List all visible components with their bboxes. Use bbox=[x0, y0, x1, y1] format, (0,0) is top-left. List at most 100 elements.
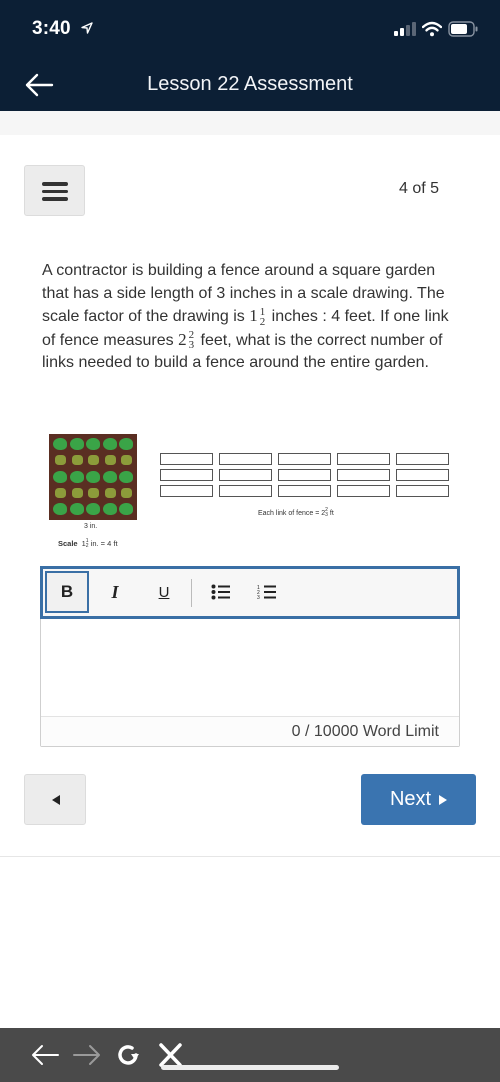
question-text: A contractor is building a fence around … bbox=[42, 260, 462, 375]
fence-link bbox=[396, 469, 449, 481]
fence-link bbox=[396, 453, 449, 465]
word-count-bar: 0 / 10000 Word Limit bbox=[41, 716, 459, 746]
hamburger-menu-icon bbox=[42, 182, 68, 186]
fraction-denominator: 2 bbox=[85, 543, 89, 550]
bulleted-list-button[interactable] bbox=[199, 571, 243, 613]
garden-plant-leafy bbox=[102, 503, 117, 516]
garden-plant-leafy bbox=[119, 470, 133, 483]
next-button[interactable]: Next bbox=[361, 774, 476, 825]
garden-plant-sprout bbox=[104, 455, 116, 466]
fence-link bbox=[160, 485, 213, 497]
forward-arrow-icon[interactable] bbox=[72, 1042, 102, 1068]
nav-bar: Lesson 22 Assessment bbox=[0, 60, 500, 111]
fraction-denominator: 3 bbox=[325, 512, 328, 518]
next-label: Next bbox=[389, 788, 432, 810]
garden-plant-leafy bbox=[86, 470, 100, 483]
triangle-left-icon bbox=[52, 795, 60, 805]
garden-plant-leafy bbox=[69, 470, 84, 483]
garden-plant-sprout bbox=[71, 455, 83, 466]
word-count: 0 / 10000 Word Limit bbox=[291, 723, 439, 740]
wifi-icon bbox=[422, 21, 442, 37]
garden-plant-leafy bbox=[102, 438, 117, 450]
garden-plant-sprout bbox=[55, 487, 66, 498]
fence-link bbox=[396, 485, 449, 497]
assessment-card: 4 of 5 A contractor is building a fence … bbox=[0, 135, 500, 856]
underline-label: U bbox=[158, 583, 170, 601]
garden-plant-leafy bbox=[53, 503, 67, 516]
answer-editor: B I U 1 2 3 0 / 10000 Word Limit bbox=[40, 566, 460, 747]
italic-button[interactable]: I bbox=[93, 571, 137, 613]
hamburger-menu-icon-line bbox=[42, 197, 68, 201]
bulleted-list-icon bbox=[211, 584, 230, 600]
fence-link bbox=[337, 469, 390, 481]
fence-link bbox=[219, 469, 272, 481]
status-bar: 3:40 bbox=[0, 0, 500, 60]
editor-toolbar: B I U 1 2 3 bbox=[40, 566, 460, 619]
numbered-list-button[interactable]: 1 2 3 bbox=[245, 571, 289, 613]
garden-plant-sprout bbox=[88, 455, 99, 466]
garden-plant-leafy bbox=[53, 470, 67, 483]
fence-link bbox=[160, 469, 213, 481]
cellular-signal-icon bbox=[394, 22, 416, 36]
italic-label: I bbox=[111, 581, 119, 602]
answer-text-area[interactable] bbox=[41, 619, 459, 716]
scale-whole: 1 bbox=[249, 306, 258, 325]
fence-label-prefix: Each link of fence = 2 bbox=[258, 509, 326, 517]
back-arrow-icon[interactable] bbox=[30, 1042, 60, 1068]
fence-link bbox=[219, 485, 272, 497]
scale-rest: in. = 4 ft bbox=[90, 539, 118, 548]
garden-plant-leafy bbox=[102, 470, 117, 483]
fence-link-label: Each link of fence = 223 ft bbox=[258, 508, 334, 518]
scale-fraction: 12 bbox=[86, 539, 89, 549]
svg-text:3: 3 bbox=[257, 595, 260, 600]
garden-plant-sprout bbox=[55, 455, 66, 466]
page-background bbox=[0, 856, 500, 1026]
underline-button[interactable]: U bbox=[142, 571, 186, 613]
toolbar-divider bbox=[191, 579, 192, 607]
garden-plant-sprout bbox=[121, 487, 132, 498]
battery-icon bbox=[448, 21, 478, 37]
location-arrow-icon bbox=[81, 22, 93, 34]
link-fraction: 23 bbox=[188, 330, 195, 352]
bold-button[interactable]: B bbox=[45, 571, 89, 613]
fence-label-suffix: ft bbox=[329, 509, 334, 517]
fence-fraction: 23 bbox=[325, 508, 328, 518]
fraction-denominator: 3 bbox=[188, 339, 195, 352]
header-spacer bbox=[0, 111, 500, 135]
page-load-progress-bar bbox=[161, 1065, 339, 1070]
status-time: 3:40 bbox=[32, 18, 71, 39]
fence-link bbox=[337, 453, 390, 465]
triangle-right-icon bbox=[439, 794, 448, 805]
previous-button[interactable] bbox=[24, 774, 86, 825]
bold-label: B bbox=[60, 582, 74, 601]
garden-plant-leafy bbox=[69, 438, 84, 450]
reload-icon[interactable] bbox=[114, 1042, 144, 1068]
garden-image bbox=[49, 434, 137, 520]
fence-links-image bbox=[160, 453, 455, 501]
fence-link bbox=[278, 453, 331, 465]
fence-link bbox=[160, 453, 213, 465]
fraction-denominator: 2 bbox=[259, 315, 266, 328]
garden-plant-sprout bbox=[88, 487, 99, 498]
scale-fraction: 12 bbox=[259, 306, 266, 328]
link-whole: 2 bbox=[178, 329, 187, 349]
numbered-list-icon: 1 2 3 bbox=[257, 585, 276, 600]
fence-link bbox=[219, 453, 272, 465]
garden-plant-leafy bbox=[69, 503, 84, 516]
fence-link bbox=[278, 485, 331, 497]
question-progress: 4 of 5 bbox=[398, 180, 439, 197]
browser-toolbar bbox=[0, 1028, 500, 1082]
fence-link bbox=[278, 469, 331, 481]
garden-plant-sprout bbox=[71, 487, 83, 498]
page-title: Lesson 22 Assessment bbox=[147, 73, 353, 95]
garden-plant-leafy bbox=[119, 438, 133, 450]
scale-label: Scale 1 1 2 in. = 4 ft bbox=[58, 539, 118, 549]
garden-plant-leafy bbox=[119, 503, 133, 516]
scale-word: Scale bbox=[58, 539, 78, 548]
garden-plant-sprout bbox=[104, 487, 116, 498]
garden-plant-leafy bbox=[86, 438, 100, 450]
hamburger-menu-icon-line bbox=[42, 189, 68, 193]
garden-plant-sprout bbox=[121, 455, 132, 466]
garden-plant-leafy bbox=[53, 438, 67, 450]
question-menu-button[interactable] bbox=[24, 165, 85, 216]
